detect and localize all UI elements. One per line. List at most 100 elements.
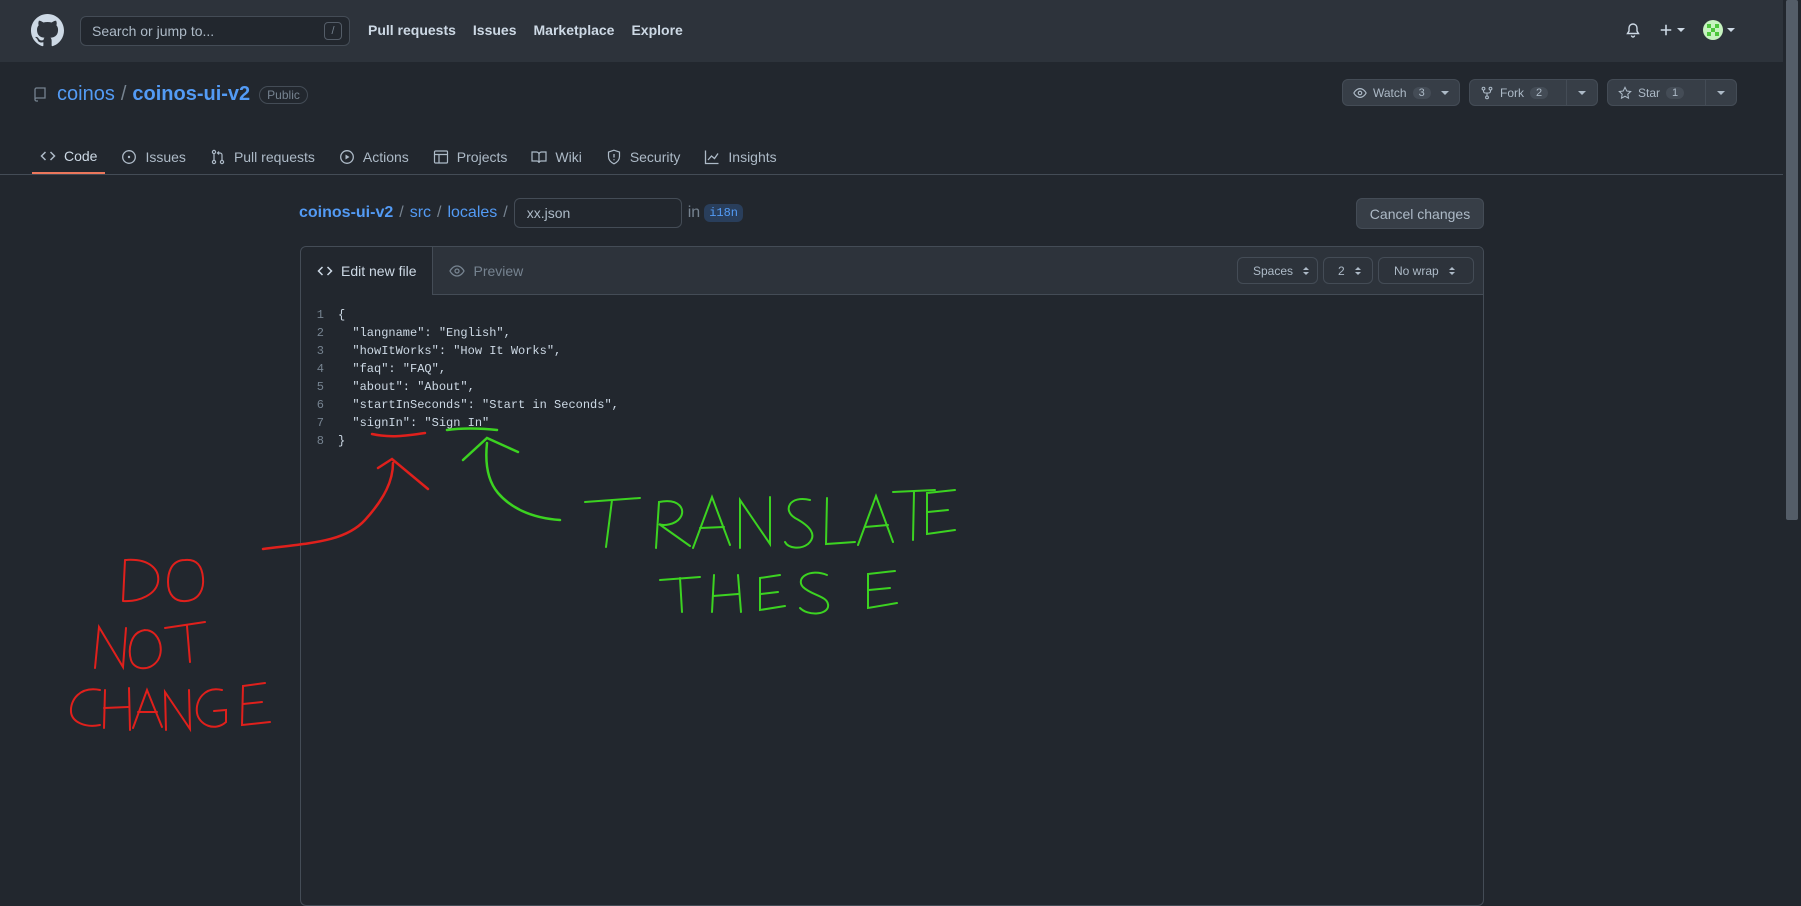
fork-count: 2 (1530, 86, 1549, 99)
scrollbar-thumb[interactable] (1786, 0, 1798, 520)
tab-label: Projects (456, 149, 508, 165)
code-line: 3 "howItWorks": "How It Works", (301, 342, 619, 360)
issue-icon (122, 150, 137, 164)
line-number: 2 (316, 326, 324, 340)
star-label: Star (1638, 85, 1661, 100)
graph-icon (705, 150, 719, 165)
eye-icon (449, 264, 466, 277)
fork-label: Fork (1500, 85, 1524, 100)
tab-actions[interactable]: Actions (331, 140, 417, 174)
line-content: } (338, 434, 346, 448)
select-arrows-icon (1303, 266, 1310, 275)
code-icon (317, 266, 333, 276)
plus-icon (1660, 24, 1672, 36)
page-scrollbar[interactable] (1783, 0, 1801, 898)
nav-issues[interactable]: Issues (473, 22, 517, 38)
play-icon (339, 150, 354, 164)
nav-pull-requests[interactable]: Pull requests (368, 22, 456, 38)
repo-icon (34, 86, 46, 102)
search-hotkey: / (324, 22, 342, 40)
line-content: "signIn": "Sign In" (338, 416, 490, 430)
tab-security[interactable]: Security (598, 140, 689, 174)
tab-edit-new-file[interactable]: Edit new file (301, 247, 434, 295)
path-locales-link[interactable]: locales (447, 204, 497, 222)
tab-label: Insights (728, 149, 777, 165)
nav-marketplace[interactable]: Marketplace (534, 22, 615, 38)
chevron-down-icon (1440, 90, 1449, 95)
code-line: 7 "signIn": "Sign In" (301, 414, 619, 432)
repo-tabs: Code Issues Pull requests Actions Projec… (32, 140, 793, 174)
bell-icon[interactable] (1625, 22, 1641, 38)
star-icon (1618, 85, 1632, 99)
pull-request-icon (211, 149, 225, 165)
star-button[interactable]: Star 1 (1607, 79, 1737, 106)
indent-mode-value: Spaces (1253, 263, 1294, 278)
code-line: 2 "langname": "English", (301, 324, 619, 342)
tab-label: Security (629, 149, 681, 165)
watch-button[interactable]: Watch 3 (1342, 79, 1460, 106)
indent-size-value: 2 (1338, 263, 1345, 278)
chevron-down-icon (1717, 90, 1725, 95)
cancel-changes-button[interactable]: Cancel changes (1356, 198, 1484, 229)
global-nav: Pull requests Issues Marketplace Explore (368, 22, 683, 38)
fork-dropdown[interactable] (1566, 80, 1597, 105)
tab-label: Code (64, 148, 98, 164)
repo-owner-link[interactable]: coinos (57, 83, 115, 106)
line-content: "langname": "English", (338, 326, 511, 340)
wrap-mode-value: No wrap (1394, 263, 1439, 278)
tab-preview[interactable]: Preview (433, 247, 539, 294)
path-repo-link[interactable]: coinos-ui-v2 (299, 204, 393, 222)
path-separator: / (399, 204, 404, 221)
line-content: { (338, 308, 346, 322)
code-icon (40, 151, 56, 161)
tab-label: Edit new file (341, 263, 417, 279)
line-number: 8 (316, 434, 324, 448)
tab-code[interactable]: Code (32, 140, 106, 174)
line-content: "startInSeconds": "Start in Seconds", (338, 398, 619, 412)
repo-header: coinos / coinos-ui-v2 Public Watch 3 For… (0, 62, 1783, 175)
tab-label: Wiki (555, 149, 582, 165)
branch-name: i18n (704, 204, 743, 222)
code-line: 4 "faq": "FAQ", (301, 360, 619, 378)
select-arrows-icon (1354, 266, 1361, 275)
indent-size-select[interactable]: 2 (1323, 257, 1373, 284)
watch-label: Watch (1373, 85, 1407, 100)
global-header: Search or jump to... / Pull requests Iss… (0, 0, 1783, 62)
repo-name-link[interactable]: coinos-ui-v2 (132, 83, 250, 106)
branch-prefix: in (687, 204, 701, 221)
code-area[interactable]: 1{2 "langname": "English", 3 "howItWorks"… (301, 306, 619, 450)
tab-label: Pull requests (233, 149, 315, 165)
tab-label: Actions (362, 149, 409, 165)
create-new-menu[interactable] (1659, 23, 1685, 37)
tab-pull-requests[interactable]: Pull requests (202, 140, 323, 174)
line-number: 3 (316, 344, 324, 358)
fork-icon (1481, 86, 1493, 99)
breadcrumb-separator: / (120, 83, 127, 105)
tab-label: Preview (473, 262, 524, 279)
user-menu[interactable] (1703, 20, 1735, 40)
code-line: 6 "startInSeconds": "Start in Seconds", (301, 396, 619, 414)
nav-explore[interactable]: Explore (631, 22, 682, 38)
indent-mode-select[interactable]: Spaces (1237, 257, 1318, 284)
line-number: 1 (316, 308, 324, 322)
line-content: "howItWorks": "How It Works", (338, 344, 562, 358)
tab-issues[interactable]: Issues (113, 140, 193, 174)
star-dropdown[interactable] (1705, 80, 1736, 105)
line-number: 4 (316, 362, 324, 376)
header-actions (1625, 20, 1735, 40)
tab-projects[interactable]: Projects (425, 140, 516, 174)
tab-label: Issues (145, 149, 186, 165)
filename-input[interactable] (513, 198, 682, 228)
book-icon (531, 151, 547, 164)
path-src-link[interactable]: src (410, 204, 431, 222)
github-logo-icon[interactable] (31, 14, 64, 47)
wrap-mode-select[interactable]: No wrap (1378, 257, 1474, 284)
tab-wiki[interactable]: Wiki (523, 140, 589, 174)
search-input[interactable]: Search or jump to... / (80, 16, 350, 46)
fork-button[interactable]: Fork 2 (1469, 79, 1598, 106)
line-number: 7 (316, 416, 324, 430)
line-content: "faq": "FAQ", (338, 362, 447, 376)
code-line: 5 "about": "About", (301, 378, 619, 396)
chevron-down-icon (1578, 90, 1586, 95)
tab-insights[interactable]: Insights (696, 140, 784, 174)
